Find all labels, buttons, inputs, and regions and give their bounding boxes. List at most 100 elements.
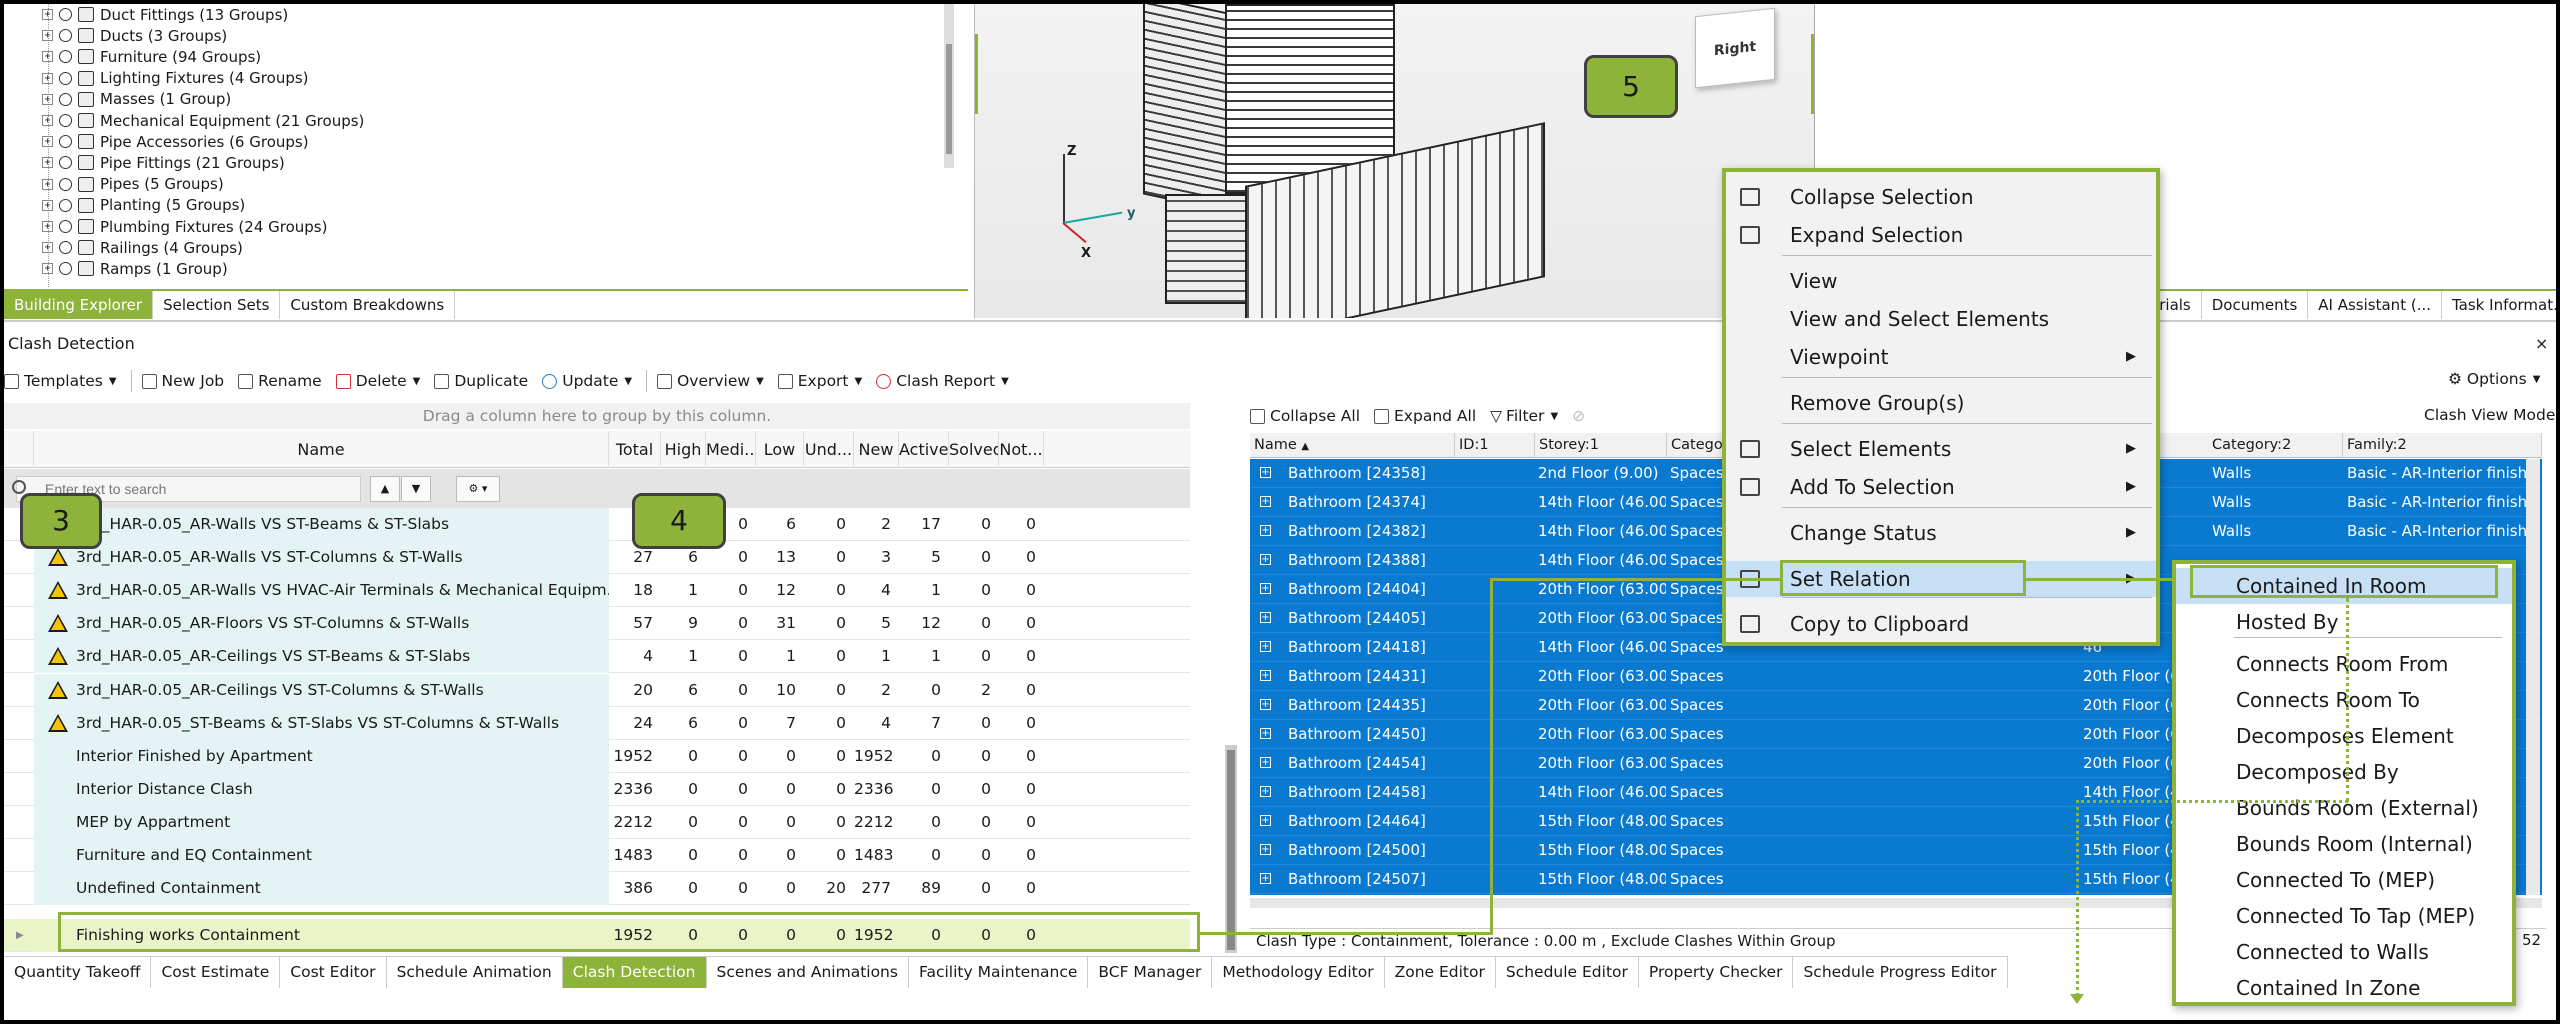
expand-icon[interactable]: + (1260, 757, 1271, 768)
tree-item[interactable]: + Pipes (5 Groups) (42, 174, 224, 195)
clash-job-row[interactable]: 3rd_HAR-0.05_AR-Walls VS ST-Columns & ST… (4, 541, 1190, 575)
viewport-splitter-left[interactable] (975, 34, 978, 114)
bottom-tab[interactable]: Schedule Progress Editor (1793, 957, 2008, 988)
bottom-tab[interactable]: Property Checker (1639, 957, 1794, 988)
expand-all-button[interactable]: Expand All (1374, 407, 1476, 425)
menu-item-collapse-selection[interactable]: Collapse Selection (1726, 179, 2156, 215)
search-next-button[interactable]: ▼ (401, 476, 431, 502)
search-settings-button[interactable]: ⚙ ▾ (456, 476, 500, 502)
expand-icon[interactable]: + (42, 157, 53, 169)
column-header-solved[interactable]: Solved (949, 431, 999, 468)
expand-icon[interactable]: + (1260, 583, 1271, 594)
visibility-icon[interactable] (59, 198, 72, 212)
expand-icon[interactable]: + (1260, 873, 1271, 884)
expand-icon[interactable]: + (42, 30, 53, 42)
submenu-item-bounds-room-internal[interactable]: Bounds Room (Internal) (2176, 826, 2512, 862)
tree-item[interactable]: + Furniture (94 Groups) (42, 46, 261, 67)
bottom-tab[interactable]: Scenes and Animations (707, 957, 909, 988)
clash-job-row[interactable]: Furniture and EQ Containment 1483 0 0 0 0 1483… (4, 839, 1190, 872)
clash-job-row[interactable]: 3rd_HAR-0.05_AR-Walls VS HVAC-Air Termin… (4, 574, 1190, 608)
clash-job-row[interactable]: MEP by Appartment 2212 0 0 0 0 2212 0 0 0 (4, 805, 1190, 839)
expand-icon[interactable]: + (1260, 699, 1271, 710)
bottom-tab[interactable]: Methodology Editor (1212, 957, 1385, 988)
expand-icon[interactable]: + (42, 72, 53, 84)
column-header-high[interactable]: High (661, 431, 706, 468)
menu-item-add-to-selection[interactable]: Add To Selection ▶ (1726, 469, 2156, 505)
expand-icon[interactable]: + (42, 263, 53, 275)
tab-task-information[interactable]: Task Informat... (2442, 291, 2560, 319)
submenu-item-bounds-room-external[interactable]: Bounds Room (External) (2176, 790, 2512, 826)
expand-icon[interactable]: + (1260, 554, 1271, 565)
submenu-item-decomposed-by[interactable]: Decomposed By (2176, 754, 2512, 790)
submenu-item-connected-to-mep[interactable]: Connected To (MEP) (2176, 862, 2512, 898)
tree-item[interactable]: + Ducts (3 Groups) (42, 25, 227, 46)
group-by-area[interactable]: Drag a column here to group by this colu… (4, 403, 1190, 429)
rename-button[interactable]: Rename (238, 372, 322, 390)
visibility-icon[interactable] (59, 29, 72, 43)
menu-item-viewpoint[interactable]: Viewpoint ▶ (1726, 339, 2156, 375)
bottom-tab[interactable]: Zone Editor (1385, 957, 1496, 988)
expand-icon[interactable]: + (1260, 670, 1271, 681)
delete-button[interactable]: Delete ▼ (335, 372, 420, 390)
bottom-tab[interactable]: Schedule Editor (1496, 957, 1639, 988)
column-header-low[interactable]: Low (756, 431, 804, 468)
expand-icon[interactable]: + (42, 93, 53, 105)
clear-filter-button[interactable]: ⊘ (1572, 407, 1585, 425)
column-header-medium[interactable]: Medi... (706, 431, 756, 468)
results-scrollbar[interactable] (2526, 459, 2540, 895)
expand-icon[interactable]: + (42, 136, 53, 148)
visibility-icon[interactable] (59, 241, 72, 255)
visibility-icon[interactable] (59, 156, 72, 170)
overview-button[interactable]: Overview ▼ (657, 372, 764, 390)
bottom-tab[interactable]: Quantity Takeoff (4, 957, 152, 988)
visibility-icon[interactable] (59, 114, 72, 127)
visibility-icon[interactable] (59, 135, 72, 149)
clash-job-row[interactable]: Undefined Containment 386 0 0 0 20 277 89 0 0 (4, 872, 1190, 906)
expand-icon[interactable]: + (1260, 641, 1271, 652)
duplicate-button[interactable]: Duplicate (434, 372, 528, 390)
tree-item[interactable]: + Mechanical Equipment (21 Groups) (42, 110, 364, 131)
tab-custom-breakdowns[interactable]: Custom Breakdowns (280, 291, 456, 319)
bottom-tab[interactable]: Clash Detection (562, 957, 707, 988)
column-header-undefined[interactable]: Und... (804, 431, 854, 468)
column-header-category2[interactable]: Category:2 (2208, 433, 2343, 458)
bottom-tab[interactable]: Cost Estimate (151, 957, 281, 988)
expand-icon[interactable]: + (1260, 467, 1271, 478)
expand-icon[interactable]: + (1260, 728, 1271, 739)
submenu-item-connected-to-tap-mep[interactable]: Connected To Tap (MEP) (2176, 898, 2512, 934)
tree-item[interactable]: + Plumbing Fixtures (24 Groups) (42, 216, 327, 237)
column-header-result-name[interactable]: Name ▲ (1250, 433, 1455, 458)
visibility-icon[interactable] (59, 92, 72, 106)
visibility-icon[interactable] (59, 50, 72, 64)
visibility-icon[interactable] (59, 71, 72, 85)
expand-icon[interactable]: + (1260, 496, 1271, 507)
column-header-new[interactable]: New (854, 431, 899, 468)
clash-job-row[interactable]: 3rd_HAR-0.05_AR-Walls VS ST-Beams & ST-S… (4, 508, 1190, 541)
clash-job-row[interactable]: Interior Distance Clash 2336 0 0 0 0 2336 0 0 0 (4, 772, 1190, 806)
column-header-family2[interactable]: Family:2 (2343, 433, 2542, 458)
templates-button[interactable]: Templates ▼ (4, 372, 117, 390)
submenu-item-hosted-by[interactable]: Hosted By (2176, 604, 2512, 640)
column-header-active[interactable]: Active (899, 431, 949, 468)
clash-job-row[interactable]: 3rd_HAR-0.05_AR-Ceilings VS ST-Beams & S… (4, 640, 1190, 674)
expand-icon[interactable]: + (42, 115, 53, 126)
expand-icon[interactable]: + (1260, 525, 1271, 536)
submenu-item-contained-in-zone[interactable]: Contained In Zone (2176, 970, 2512, 1006)
clash-view-mode-button[interactable]: Clash View Mode (2424, 406, 2555, 424)
menu-item-change-status[interactable]: Change Status ▶ (1726, 515, 2156, 551)
bottom-tab[interactable]: Cost Editor (280, 957, 387, 988)
column-header-not[interactable]: Not... (999, 431, 1044, 468)
tree-item[interactable]: + Planting (5 Groups) (42, 195, 245, 216)
export-button[interactable]: Export ▼ (777, 372, 862, 390)
tree-item[interactable]: + Pipe Fittings (21 Groups) (42, 152, 285, 173)
view-cube[interactable]: Right (1695, 7, 1775, 89)
clash-report-button[interactable]: Clash Report ▼ (876, 372, 1009, 390)
bottom-tab[interactable]: Schedule Animation (387, 957, 563, 988)
expand-icon[interactable]: + (1260, 844, 1271, 855)
bottom-tab[interactable]: Facility Maintenance (909, 957, 1089, 988)
expand-icon[interactable]: + (1260, 786, 1271, 797)
close-icon[interactable]: × (2535, 334, 2548, 353)
visibility-icon[interactable] (59, 177, 72, 191)
filter-button[interactable]: ▽ Filter ▼ (1490, 407, 1558, 425)
menu-item-select-elements[interactable]: Select Elements ▶ (1726, 431, 2156, 467)
